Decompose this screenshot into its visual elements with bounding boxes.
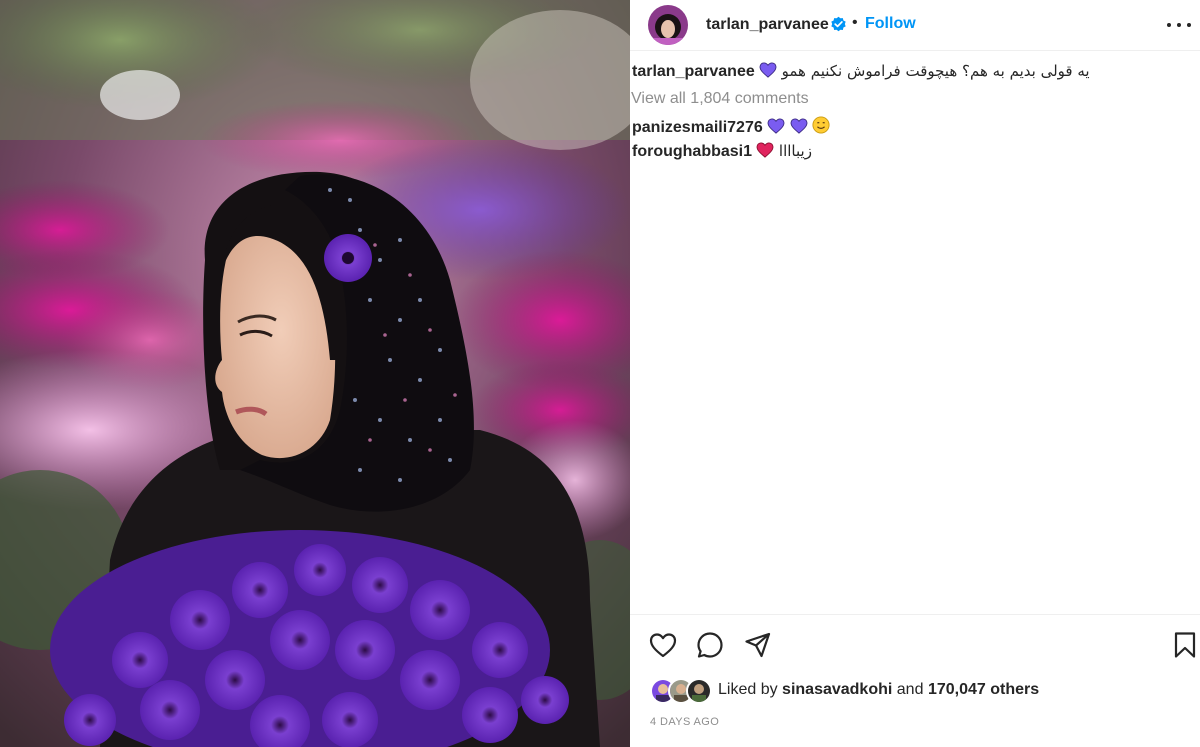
comment-icon[interactable] (695, 630, 725, 660)
verified-badge-icon (831, 16, 846, 32)
liked-by-and: and (896, 681, 924, 698)
comment-item: panizesmaili7276 (632, 116, 830, 137)
header-separator: • (852, 14, 858, 31)
liked-by-text: Liked by sinasavadkohi and 170,047 other… (718, 681, 1039, 699)
post-photo[interactable] (0, 0, 630, 747)
smile-emoji-icon (812, 116, 830, 134)
comment-username[interactable]: foroughabbasi1 (632, 143, 752, 160)
post-caption: tarlan_parvanee یه قولی بدیم به هم؟ هیچو… (632, 62, 1132, 86)
purple-heart-icon (759, 62, 777, 78)
view-all-comments-link[interactable]: View all 1,804 comments (631, 90, 809, 108)
more-options-icon[interactable] (1166, 16, 1192, 34)
liked-by-prefix: Liked by (718, 681, 778, 698)
caption-text: یه قولی بدیم به هم؟ هیچوقت فراموش نکنیم … (781, 62, 1090, 80)
purple-heart-icon (790, 118, 808, 134)
header-username[interactable]: tarlan_parvanee (706, 16, 829, 34)
caption-username[interactable]: tarlan_parvanee (632, 63, 755, 80)
purple-heart-icon (767, 118, 785, 134)
heart-icon[interactable] (648, 630, 678, 660)
post-timestamp[interactable]: 4 DAYS AGO (650, 716, 719, 728)
avatar[interactable] (648, 5, 688, 45)
likes-count[interactable]: 170,047 others (928, 681, 1039, 698)
post-sidebar: tarlan_parvanee • Follow tarlan_parvanee… (630, 0, 1200, 747)
liked-by-user[interactable]: sinasavadkohi (782, 681, 892, 698)
red-heart-icon (757, 142, 774, 158)
share-icon[interactable] (743, 630, 773, 660)
avatar-image (648, 5, 688, 45)
comment-username[interactable]: panizesmaili7276 (632, 119, 763, 136)
bookmark-icon[interactable] (1170, 630, 1200, 660)
comment-text: زیباااا (778, 142, 812, 160)
follow-button[interactable]: Follow (865, 15, 916, 33)
divider (630, 614, 1200, 615)
post-header: tarlan_parvanee • Follow (630, 0, 1200, 51)
liker-avatar (686, 678, 712, 704)
comment-item: foroughabbasi1 زیباااا (632, 142, 812, 161)
post-image (0, 0, 630, 747)
